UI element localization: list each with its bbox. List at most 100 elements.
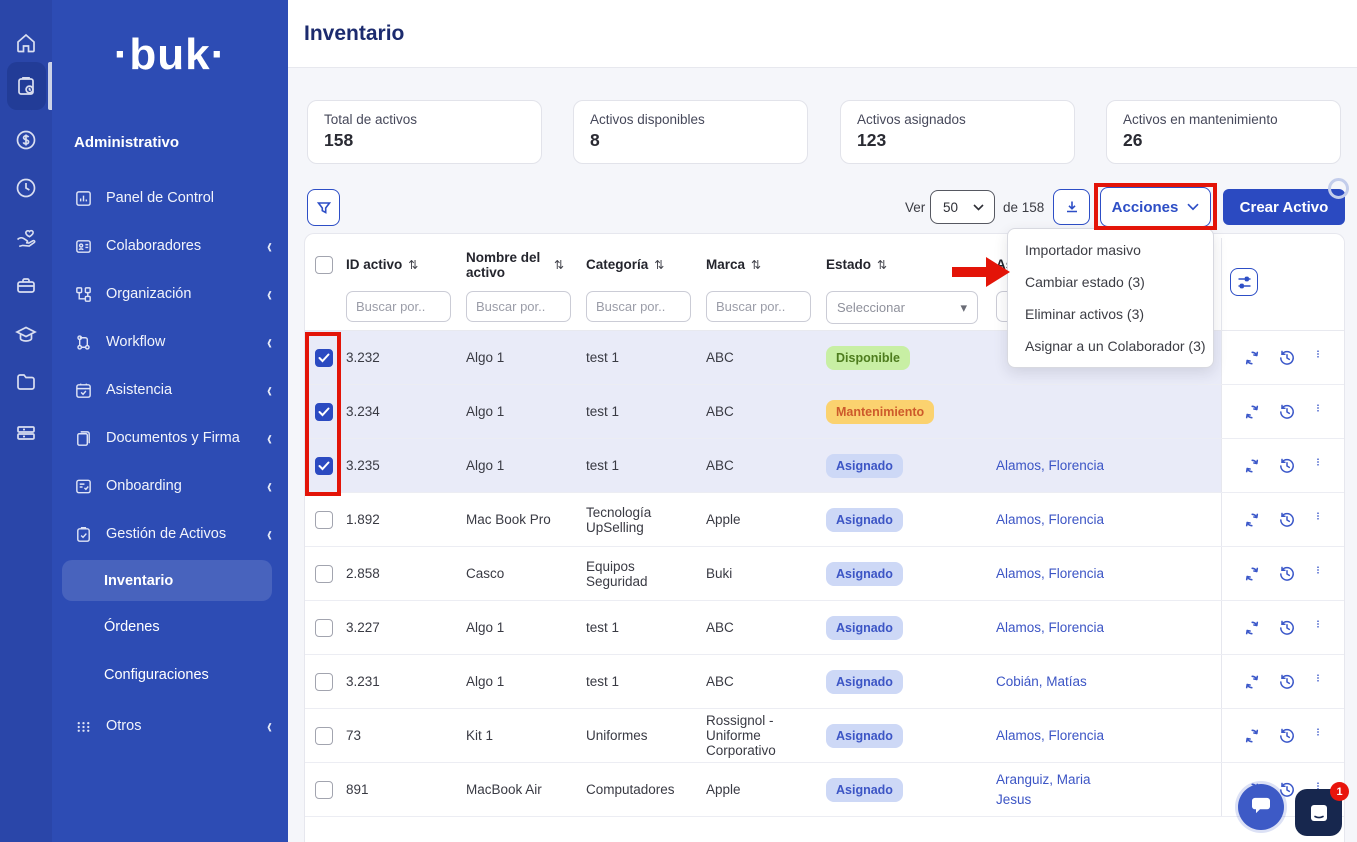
cell-name: Algo 1 [466,458,586,473]
assignee-link[interactable]: Alamos, Florencia [996,510,1104,530]
sync-icon[interactable] [1243,565,1261,583]
cell-assignee: Alamos, Florencia [996,564,1221,584]
table-row: 3.231Algo 1test 1ABCAsignadoCobián, Matí… [305,655,1344,709]
row-checkbox[interactable] [315,565,333,583]
history-icon[interactable] [1278,565,1296,583]
row-checkbox[interactable] [315,619,333,637]
asset-management-rail-active[interactable] [7,62,46,110]
table-row: 3.235Algo 1test 1ABCAsignadoAlamos, Flor… [305,439,1344,493]
column-header-nombre[interactable]: Nombre del activo⇅ [466,250,586,280]
column-header-id[interactable]: ID activo⇅ [346,257,466,272]
sidebar-item-onboarding[interactable]: Onboarding ‹ [52,462,288,510]
kebab-menu-icon[interactable] [1313,349,1323,367]
history-icon[interactable] [1278,511,1296,529]
history-icon[interactable] [1278,727,1296,745]
sync-icon[interactable] [1243,619,1261,637]
chevron-left-icon: ‹ [267,330,272,354]
history-icon[interactable] [1278,457,1296,475]
kebab-menu-icon[interactable] [1313,403,1323,421]
history-icon[interactable] [1278,349,1296,367]
row-checkbox[interactable] [315,727,333,745]
filter-input-id[interactable] [346,291,451,322]
cell-assignee: Alamos, Florencia [996,618,1221,638]
history-icon[interactable] [1278,403,1296,421]
select-all-checkbox[interactable] [315,256,333,274]
sync-icon[interactable] [1243,511,1261,529]
filter-input-nombre[interactable] [466,291,571,322]
column-label: Categoría [586,257,648,272]
row-checkbox[interactable] [315,457,333,475]
sync-icon[interactable] [1243,727,1261,745]
sidebar-item-panel-de-control[interactable]: Panel de Control [52,174,288,222]
actions-button[interactable]: Acciones [1100,187,1211,227]
menu-item-asignar-colaborador[interactable]: Asignar a un Colaborador (3) [1008,330,1213,362]
chat-widget-button[interactable] [1238,784,1284,830]
sidebar-item-asistencia[interactable]: Asistencia ‹ [52,366,288,414]
cell-assignee: Aranguiz, Maria Jesus [996,770,1221,809]
page-size-select[interactable]: 50 [930,190,995,224]
sidebar-subitem-configuraciones[interactable]: Configuraciones [52,651,288,699]
remunerations-icon[interactable] [14,128,38,152]
sync-icon[interactable] [1243,349,1261,367]
files-icon[interactable] [14,370,38,394]
kebab-menu-icon[interactable] [1313,457,1323,475]
row-checkbox[interactable] [315,781,333,799]
column-header-categoria[interactable]: Categoría⇅ [586,257,706,272]
kebab-menu-icon[interactable] [1313,673,1323,691]
sidebar-item-colaboradores[interactable]: Colaboradores ‹ [52,222,288,270]
sync-icon[interactable] [1243,457,1261,475]
assignee-link[interactable]: Alamos, Florencia [996,456,1104,476]
kebab-menu-icon[interactable] [1313,511,1323,529]
filter-select-estado[interactable]: Seleccionar ▾ [826,291,978,324]
sync-icon[interactable] [1243,403,1261,421]
filter-input-marca[interactable] [706,291,811,322]
sidebar-item-organizacion[interactable]: Organización ‹ [52,270,288,318]
sidebar-subitem-ordenes[interactable]: Órdenes [52,603,288,651]
menu-item-eliminar-activos[interactable]: Eliminar activos (3) [1008,298,1213,330]
table-row: 2.858CascoEquipos SeguridadBukiAsignadoA… [305,547,1344,601]
assignee-link[interactable]: Alamos, Florencia [996,726,1104,746]
cell-brand: ABC [706,458,826,473]
sidebar-subitem-inventario-active[interactable]: Inventario [62,560,272,601]
download-button[interactable] [1053,189,1090,225]
row-checkbox[interactable] [315,349,333,367]
kebab-menu-icon[interactable] [1313,565,1323,583]
sidebar-item-gestion-de-activos[interactable]: Gestión de Activos ‹ [52,510,288,558]
sidebar-item-label: Organización [106,286,191,302]
archive-icon[interactable] [14,421,38,445]
culture-icon[interactable] [14,273,38,297]
create-asset-button[interactable]: Crear Activo [1223,189,1345,225]
sidebar-item-otros[interactable]: Otros ‹ [52,702,288,750]
sidebar-item-workflow[interactable]: Workflow ‹ [52,318,288,366]
table-row: 1.892Mac Book ProTecnología UpSellingApp… [305,493,1344,547]
benefits-icon[interactable] [14,225,38,249]
cell-category: Equipos Seguridad [586,559,706,589]
filter-button[interactable] [307,189,340,226]
assignee-link[interactable]: Alamos, Florencia [996,564,1104,584]
kebab-menu-icon[interactable] [1313,727,1323,745]
assignee-link[interactable]: Aranguiz, Maria Jesus [996,770,1114,809]
history-icon[interactable] [1278,619,1296,637]
time-icon[interactable] [14,176,38,200]
menu-item-importador-masivo[interactable]: Importador masivo [1008,234,1213,266]
row-checkbox[interactable] [315,403,333,421]
column-header-marca[interactable]: Marca⇅ [706,257,826,272]
filter-input-categoria[interactable] [586,291,691,322]
row-checkbox[interactable] [315,673,333,691]
column-settings-button[interactable] [1230,268,1258,296]
row-checkbox[interactable] [315,511,333,529]
cell-status: Asignado [826,508,996,532]
home-icon[interactable] [14,31,38,55]
status-badge: Asignado [826,724,903,748]
cell-id: 3.235 [346,458,466,473]
menu-item-cambiar-estado[interactable]: Cambiar estado (3) [1008,266,1213,298]
assignee-link[interactable]: Alamos, Florencia [996,618,1104,638]
stat-card-asignados: Activos asignados 123 [840,100,1075,164]
sync-icon[interactable] [1243,673,1261,691]
history-icon[interactable] [1278,673,1296,691]
kebab-menu-icon[interactable] [1313,619,1323,637]
stat-value: 26 [1123,130,1324,151]
sidebar-item-documentos-y-firma[interactable]: Documentos y Firma ‹ [52,414,288,462]
talent-icon[interactable] [14,322,38,346]
assignee-link[interactable]: Cobián, Matías [996,672,1087,692]
